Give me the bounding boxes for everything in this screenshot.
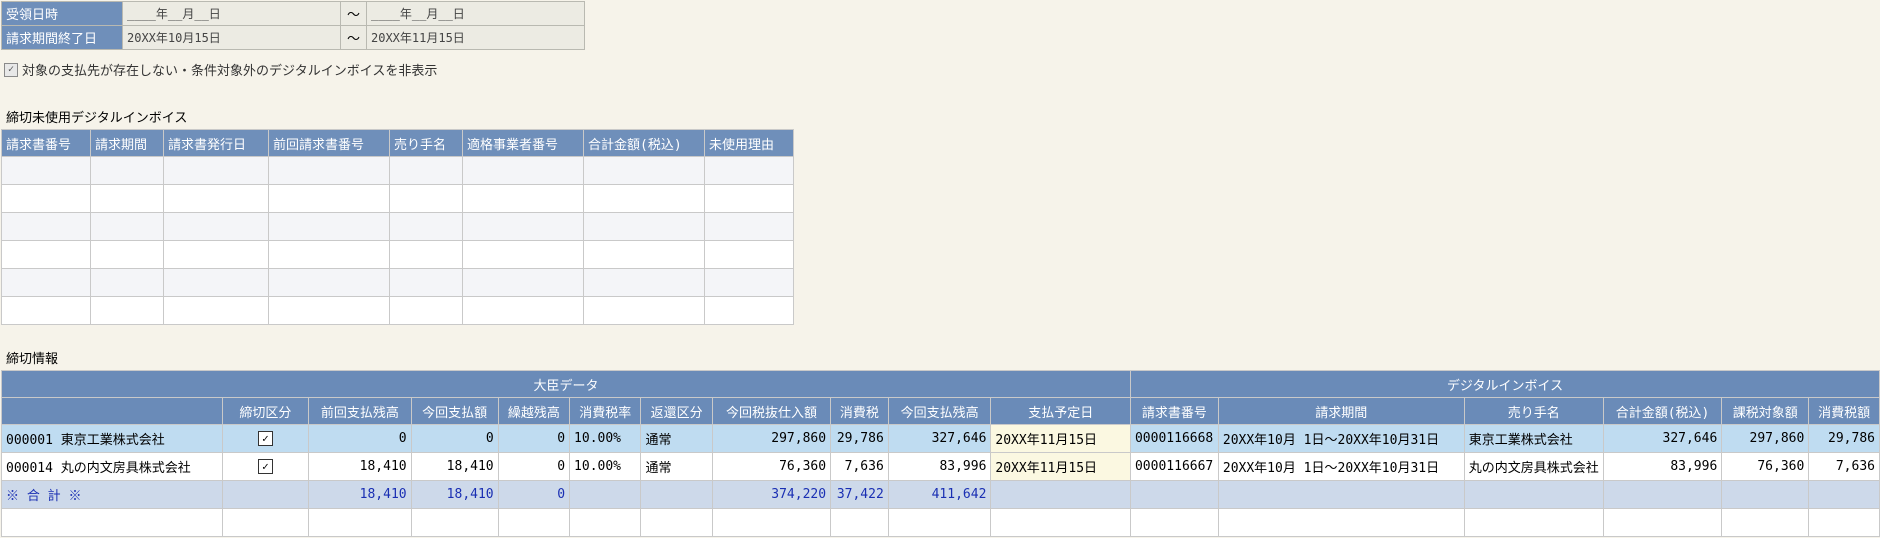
total-net-purchase: 374,220 bbox=[711, 480, 832, 509]
col-inv-seller[interactable]: 売り手名 bbox=[1463, 397, 1604, 425]
col-inv-tax[interactable]: 消費税額 bbox=[1808, 397, 1880, 425]
col-closing-type[interactable]: 締切区分 bbox=[221, 397, 310, 425]
table-row[interactable] bbox=[1, 184, 794, 213]
col-due-date[interactable]: 支払予定日 bbox=[990, 397, 1131, 425]
col-registration-no[interactable]: 適格事業者番号 bbox=[462, 129, 584, 157]
filter-panel: 受領日時 ____年__月__日 ～ ____年__月__日 請求期間終了日 2… bbox=[1, 1, 585, 50]
inv-no-cell: 0000116667 bbox=[1129, 452, 1219, 481]
vendor-cell: 000001 東京工業株式会社 bbox=[1, 424, 223, 453]
col-issue-date[interactable]: 請求書発行日 bbox=[163, 129, 269, 157]
closing-checkbox[interactable]: ✓ bbox=[257, 431, 273, 446]
period-end-label: 請求期間終了日 bbox=[1, 25, 123, 50]
col-tax[interactable]: 消費税 bbox=[830, 397, 889, 425]
received-date-to-input[interactable]: ____年__月__日 bbox=[366, 1, 585, 26]
table-row[interactable] bbox=[1, 296, 794, 325]
col-payment[interactable]: 今回支払額 bbox=[410, 397, 499, 425]
col-prev-invoice-no[interactable]: 前回請求書番号 bbox=[268, 129, 390, 157]
range-tilde: ～ bbox=[340, 1, 367, 26]
net-purchase-cell: 76,360 bbox=[711, 452, 832, 481]
return-type-cell: 通常 bbox=[640, 424, 713, 453]
period-end-from-input[interactable]: 20XX年10月15日 bbox=[122, 25, 341, 50]
inv-taxable-cell: 297,860 bbox=[1721, 424, 1810, 453]
total-carryover: 0 bbox=[497, 480, 571, 509]
closing-info-table: 大臣データ デジタルインボイス 締切区分 前回支払残高 今回支払額 繰越残高 消… bbox=[1, 370, 1880, 537]
table-row[interactable]: 000014 丸の内文房具株式会社 ✓ 18,410 18,410 0 10.0… bbox=[1, 452, 1880, 481]
period-end-to-input[interactable]: 20XX年11月15日 bbox=[366, 25, 585, 50]
col-tax-rate[interactable]: 消費税率 bbox=[569, 397, 642, 425]
closing-section-title: 締切情報 bbox=[6, 352, 59, 367]
col-inv-period[interactable]: 請求期間 bbox=[1217, 397, 1465, 425]
closing-checkbox[interactable]: ✓ bbox=[257, 459, 273, 474]
hide-option-label: 対象の支払先が存在しない・条件対象外のデジタルインボイスを非表示 bbox=[22, 64, 438, 79]
col-period[interactable]: 請求期間 bbox=[90, 129, 164, 157]
prev-balance-cell: 18,410 bbox=[308, 452, 412, 481]
table-row[interactable] bbox=[1, 508, 1880, 537]
inv-total-cell: 327,646 bbox=[1602, 424, 1723, 453]
tax-rate-cell: 10.00% bbox=[569, 424, 642, 453]
range-tilde: ～ bbox=[340, 25, 367, 50]
col-invoice-no[interactable]: 請求書番号 bbox=[1, 129, 91, 157]
tax-cell: 29,786 bbox=[830, 424, 889, 453]
col-balance[interactable]: 今回支払残高 bbox=[887, 397, 992, 425]
due-date-input[interactable]: 20XX年11月15日 bbox=[990, 424, 1131, 453]
inv-seller-cell: 丸の内文房具株式会社 bbox=[1463, 452, 1604, 481]
col-total-amount[interactable]: 合計金額(税込) bbox=[583, 129, 705, 157]
unused-invoice-table: 請求書番号 請求期間 請求書発行日 前回請求書番号 売り手名 適格事業者番号 合… bbox=[1, 129, 794, 325]
col-seller[interactable]: 売り手名 bbox=[389, 129, 463, 157]
table-row[interactable] bbox=[1, 212, 794, 241]
table-row[interactable] bbox=[1, 240, 794, 269]
due-date-input[interactable]: 20XX年11月15日 bbox=[990, 452, 1131, 481]
inv-period-cell: 20XX年10月 1日～20XX年10月31日 bbox=[1217, 452, 1465, 481]
received-date-from-input[interactable]: ____年__月__日 bbox=[122, 1, 341, 26]
col-inv-total[interactable]: 合計金額(税込) bbox=[1602, 397, 1723, 425]
col-prev-balance[interactable]: 前回支払残高 bbox=[308, 397, 412, 425]
vendor-cell: 000014 丸の内文房具株式会社 bbox=[1, 452, 223, 481]
inv-period-cell: 20XX年10月 1日～20XX年10月31日 bbox=[1217, 424, 1465, 453]
total-prev-balance: 18,410 bbox=[308, 480, 412, 509]
group-daijin-header: 大臣データ bbox=[1, 370, 1131, 398]
inv-tax-cell: 29,786 bbox=[1808, 424, 1880, 453]
total-row: ※ 合 計 ※ 18,410 18,410 0 374,220 37,422 4… bbox=[1, 480, 1880, 509]
col-return-type[interactable]: 返還区分 bbox=[640, 397, 713, 425]
group-digital-header: デジタルインボイス bbox=[1129, 370, 1880, 398]
payment-cell: 18,410 bbox=[410, 452, 499, 481]
total-payment: 18,410 bbox=[410, 480, 499, 509]
inv-tax-cell: 7,636 bbox=[1808, 452, 1880, 481]
total-tax: 37,422 bbox=[830, 480, 889, 509]
table-row[interactable] bbox=[1, 156, 794, 185]
col-inv-no[interactable]: 請求書番号 bbox=[1129, 397, 1219, 425]
hide-option-checkbox[interactable]: ✓ bbox=[4, 62, 18, 77]
inv-no-cell: 0000116668 bbox=[1129, 424, 1219, 453]
balance-cell: 83,996 bbox=[887, 452, 992, 481]
table-row[interactable]: 000001 東京工業株式会社 ✓ 0 0 0 10.00% 通常 297,86… bbox=[1, 424, 1880, 453]
inv-seller-cell: 東京工業株式会社 bbox=[1463, 424, 1604, 453]
carryover-cell: 0 bbox=[497, 424, 571, 453]
balance-cell: 327,646 bbox=[887, 424, 992, 453]
total-label: ※ 合 計 ※ bbox=[1, 480, 223, 509]
tax-cell: 7,636 bbox=[830, 452, 889, 481]
col-carryover[interactable]: 繰越残高 bbox=[497, 397, 571, 425]
carryover-cell: 0 bbox=[497, 452, 571, 481]
hide-option-row: ✓ 対象の支払先が存在しない・条件対象外のデジタルインボイスを非表示 bbox=[4, 60, 437, 79]
received-date-label: 受領日時 bbox=[1, 1, 123, 26]
total-balance: 411,642 bbox=[887, 480, 992, 509]
net-purchase-cell: 297,860 bbox=[711, 424, 832, 453]
inv-total-cell: 83,996 bbox=[1602, 452, 1723, 481]
col-inv-taxable[interactable]: 課税対象額 bbox=[1721, 397, 1810, 425]
tax-rate-cell: 10.00% bbox=[569, 452, 642, 481]
payment-cell: 0 bbox=[410, 424, 499, 453]
col-vendor bbox=[1, 397, 223, 425]
table-row[interactable] bbox=[1, 268, 794, 297]
col-net-purchase[interactable]: 今回税抜仕入額 bbox=[711, 397, 832, 425]
unused-section-title: 締切未使用デジタルインボイス bbox=[6, 111, 188, 126]
prev-balance-cell: 0 bbox=[308, 424, 412, 453]
return-type-cell: 通常 bbox=[640, 452, 713, 481]
col-unused-reason[interactable]: 未使用理由 bbox=[704, 129, 794, 157]
inv-taxable-cell: 76,360 bbox=[1721, 452, 1810, 481]
